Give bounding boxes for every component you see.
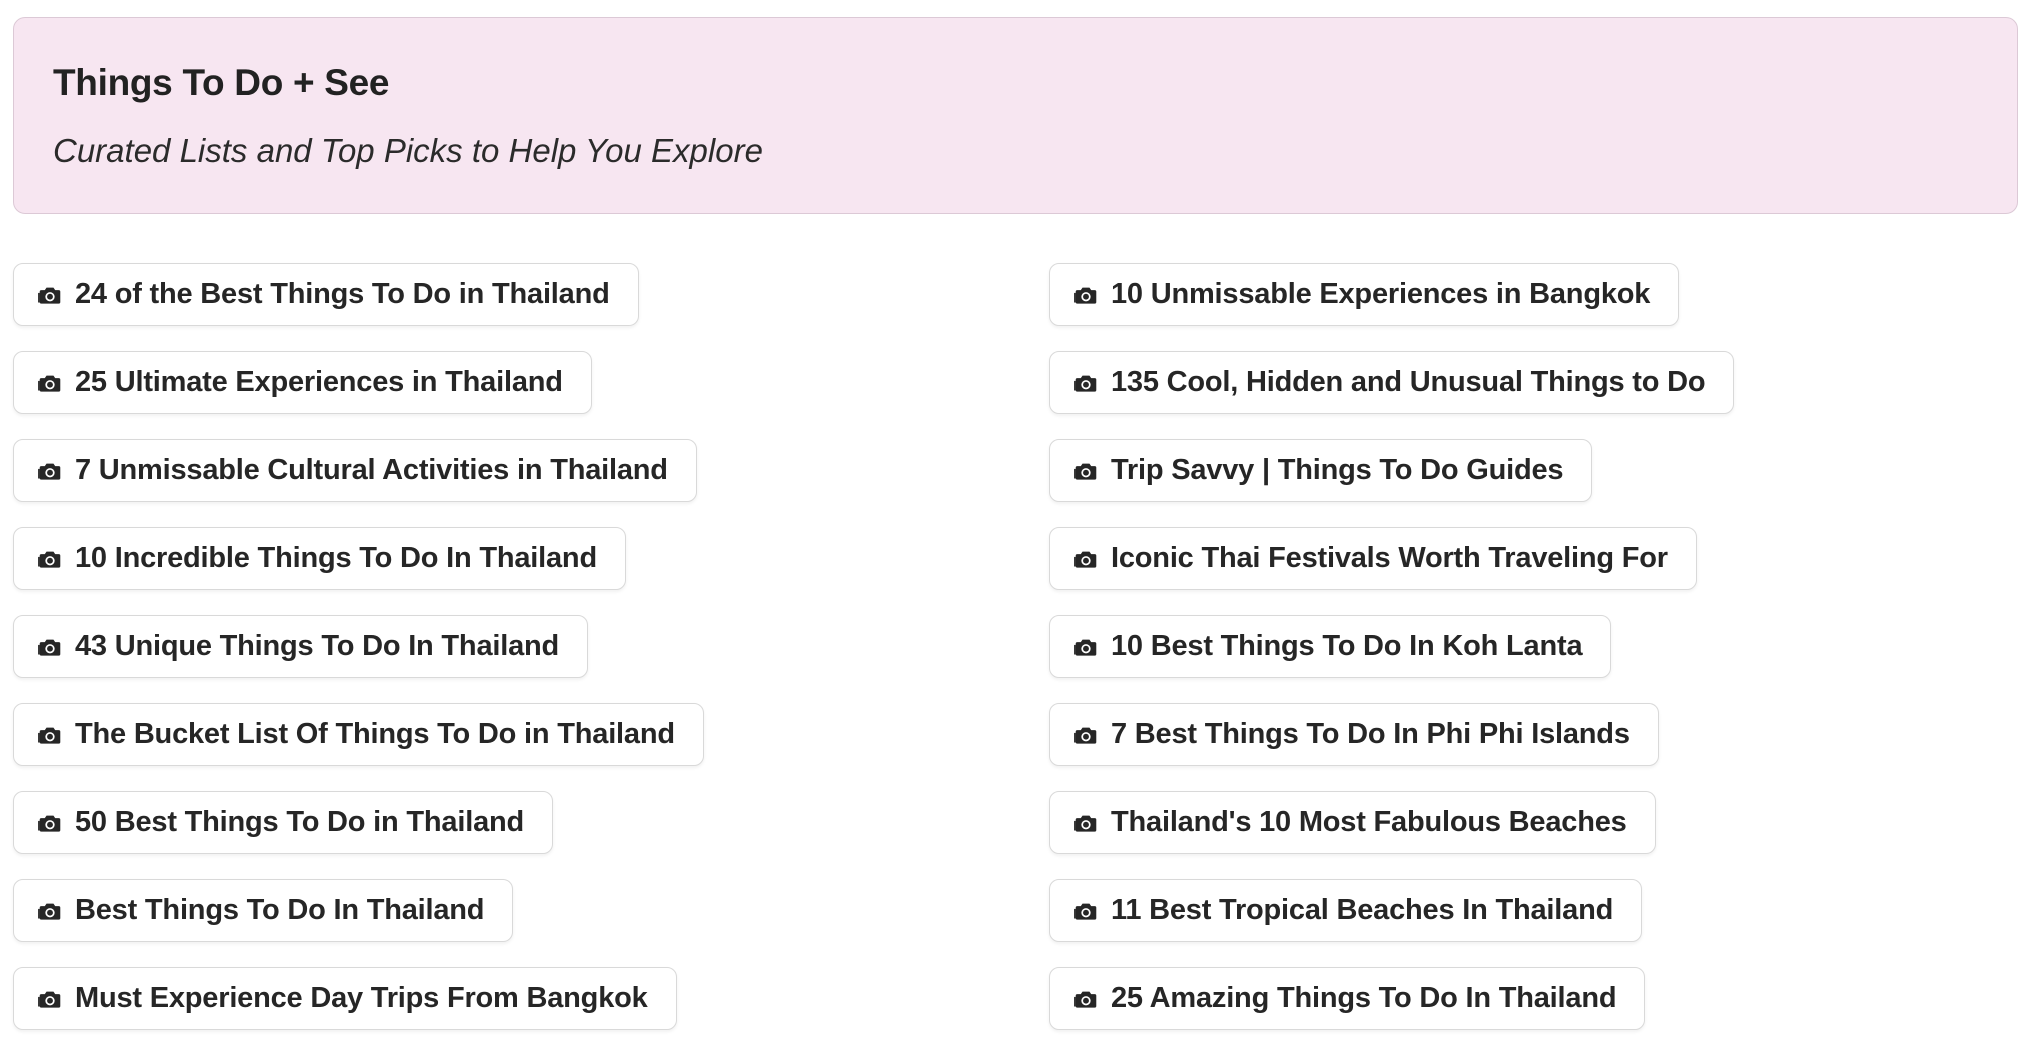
link-button[interactable]: 25 Ultimate Experiences in Thailand: [13, 351, 592, 414]
link-label: 135 Cool, Hidden and Unusual Things to D…: [1111, 366, 1706, 398]
page-subtitle: Curated Lists and Top Picks to Help You …: [53, 132, 763, 169]
link-button[interactable]: 135 Cool, Hidden and Unusual Things to D…: [1049, 351, 1735, 414]
camera-icon: [1073, 370, 1099, 396]
camera-icon: [1073, 722, 1099, 748]
link-button[interactable]: Trip Savvy | Things To Do Guides: [1049, 439, 1593, 502]
link-label: 24 of the Best Things To Do in Thailand: [75, 278, 610, 310]
camera-icon: [37, 898, 63, 924]
link-list-left: 24 of the Best Things To Do in Thailand …: [13, 263, 704, 1030]
link-button[interactable]: 10 Incredible Things To Do In Thailand: [13, 527, 626, 590]
camera-icon: [37, 546, 63, 572]
link-label: 43 Unique Things To Do In Thailand: [75, 630, 560, 662]
camera-icon: [1073, 282, 1099, 308]
link-label: 50 Best Things To Do in Thailand: [75, 806, 525, 838]
link-label: 25 Amazing Things To Do In Thailand: [1111, 982, 1617, 1014]
camera-icon: [37, 634, 63, 660]
link-label: Thailand's 10 Most Fabulous Beaches: [1111, 806, 1627, 838]
link-button[interactable]: 7 Unmissable Cultural Activities in Thai…: [13, 439, 697, 502]
link-label: 25 Ultimate Experiences in Thailand: [75, 366, 563, 398]
link-button[interactable]: 10 Unmissable Experiences in Bangkok: [1049, 263, 1680, 326]
link-label: Must Experience Day Trips From Bangkok: [75, 982, 648, 1014]
link-button[interactable]: 24 of the Best Things To Do in Thailand: [13, 263, 639, 326]
link-label: Trip Savvy | Things To Do Guides: [1111, 454, 1564, 486]
camera-icon: [1073, 458, 1099, 484]
link-label: 10 Best Things To Do In Koh Lanta: [1111, 630, 1583, 662]
link-label: Best Things To Do In Thailand: [75, 894, 485, 926]
link-button[interactable]: 10 Best Things To Do In Koh Lanta: [1049, 615, 1612, 678]
camera-icon: [37, 810, 63, 836]
things-to-do-header: Things To Do + See Curated Lists and Top…: [13, 17, 2018, 214]
page-title: Things To Do + See: [53, 62, 390, 103]
link-button[interactable]: 7 Best Things To Do In Phi Phi Islands: [1049, 703, 1659, 766]
link-button[interactable]: Iconic Thai Festivals Worth Traveling Fo…: [1049, 527, 1697, 590]
link-button[interactable]: 43 Unique Things To Do In Thailand: [13, 615, 589, 678]
camera-icon: [1073, 546, 1099, 572]
link-button[interactable]: Best Things To Do In Thailand: [13, 879, 514, 942]
link-button[interactable]: The Bucket List Of Things To Do in Thail…: [13, 703, 704, 766]
link-label: The Bucket List Of Things To Do in Thail…: [75, 718, 675, 750]
camera-icon: [1073, 810, 1099, 836]
camera-icon: [1073, 986, 1099, 1012]
link-label: 7 Best Things To Do In Phi Phi Islands: [1111, 718, 1630, 750]
link-label: 10 Unmissable Experiences in Bangkok: [1111, 278, 1651, 310]
camera-icon: [37, 722, 63, 748]
link-button[interactable]: Must Experience Day Trips From Bangkok: [13, 967, 677, 1030]
camera-icon: [1073, 634, 1099, 660]
camera-icon: [1073, 898, 1099, 924]
camera-icon: [37, 282, 63, 308]
link-button[interactable]: 11 Best Tropical Beaches In Thailand: [1049, 879, 1643, 942]
link-label: Iconic Thai Festivals Worth Traveling Fo…: [1111, 542, 1668, 574]
camera-icon: [37, 370, 63, 396]
link-label: 7 Unmissable Cultural Activities in Thai…: [75, 454, 668, 486]
link-label: 10 Incredible Things To Do In Thailand: [75, 542, 597, 574]
link-label: 11 Best Tropical Beaches In Thailand: [1111, 894, 1614, 926]
link-button[interactable]: 25 Amazing Things To Do In Thailand: [1049, 967, 1646, 1030]
camera-icon: [37, 986, 63, 1012]
camera-icon: [37, 458, 63, 484]
link-button[interactable]: Thailand's 10 Most Fabulous Beaches: [1049, 791, 1656, 854]
link-button[interactable]: 50 Best Things To Do in Thailand: [13, 791, 554, 854]
link-list-right: 10 Unmissable Experiences in Bangkok 135…: [1049, 263, 1735, 1030]
